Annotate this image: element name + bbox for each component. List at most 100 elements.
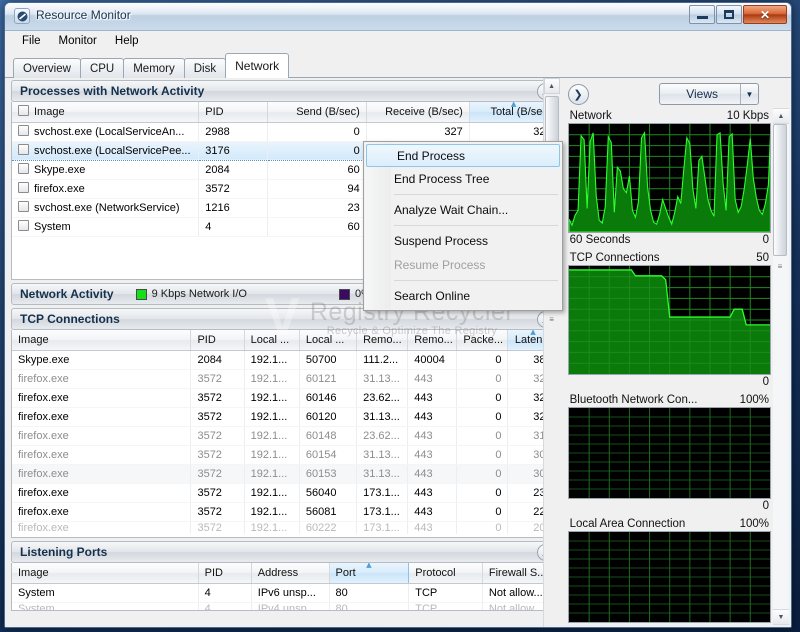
process-send: 60: [267, 160, 367, 180]
tcp-col-local-port[interactable]: Local ...: [299, 330, 358, 351]
table-row[interactable]: firefox.exe 3572 192.1... 60120 31.13...…: [12, 407, 559, 427]
listening-col-protocol[interactable]: Protocol: [408, 563, 483, 584]
table-row[interactable]: svchost.exe (LocalServiceAn... 2988 0 32…: [12, 122, 559, 142]
select-all-checkbox[interactable]: [18, 105, 29, 117]
tab-memory[interactable]: Memory: [123, 58, 185, 78]
table-row[interactable]: Skype.exe 2084 192.1... 50700 111.2... 4…: [12, 350, 559, 370]
scroll-up-arrow[interactable]: ▲: [543, 78, 560, 94]
tcp-col-remote-port[interactable]: Remo...: [407, 330, 458, 351]
listening-col-pid[interactable]: PID: [198, 563, 252, 584]
network-io-label: 9 Kbps Network I/O: [151, 288, 247, 300]
close-button[interactable]: ✕: [743, 5, 787, 24]
listening-ports-section: Listening Ports ▲ Image PID Address: [11, 541, 560, 611]
context-menu-item-analyze-wait-chain[interactable]: Analyze Wait Chain...: [364, 198, 562, 222]
table-row[interactable]: firefox.exe 3572 192.1... 60154 31.13...…: [12, 445, 559, 465]
tcp-image: firefox.exe: [12, 483, 192, 503]
tcp-remote-address: 23.62...: [356, 388, 409, 408]
listening-ports-header[interactable]: Listening Ports ▲: [11, 541, 560, 563]
processes-section-header[interactable]: Processes with Network Activity ▲: [11, 80, 560, 102]
tcp-section-header[interactable]: TCP Connections ▲: [11, 308, 560, 330]
tcp-remote-address: 31.13...: [356, 445, 409, 465]
graph-bluetooth-max: 100%: [739, 394, 769, 406]
process-image: svchost.exe (LocalServiceAn...: [12, 122, 200, 142]
context-menu-item-suspend-process[interactable]: Suspend Process: [364, 229, 562, 253]
tcp-pid: 3572: [190, 445, 245, 465]
tcp-image: firefox.exe: [12, 426, 192, 446]
processes-col-send[interactable]: Send (B/sec): [267, 102, 367, 123]
row-checkbox[interactable]: [18, 163, 29, 174]
listening-col-image[interactable]: Image: [12, 563, 199, 584]
table-row[interactable]: firefox.exe 3572 192.1... 60153 31.13...…: [12, 464, 559, 484]
chevron-down-icon[interactable]: ▼: [740, 84, 758, 104]
processes-col-receive[interactable]: Receive (B/sec): [366, 102, 470, 123]
listening-address: IPv6 unsp...: [251, 583, 330, 603]
tcp-col-pid[interactable]: PID: [190, 330, 245, 351]
processes-section-title: Processes with Network Activity: [20, 84, 205, 98]
context-menu-item-end-process[interactable]: End Process: [366, 144, 560, 167]
scroll-thumb[interactable]: [773, 124, 787, 256]
listening-ports-title: Listening Ports: [20, 545, 108, 559]
processes-col-image[interactable]: Image: [12, 102, 200, 123]
process-image: svchost.exe (NetworkService): [12, 198, 200, 218]
minimize-button[interactable]: [689, 5, 715, 24]
process-pid: 1216: [198, 198, 268, 218]
process-receive: 327: [366, 122, 470, 142]
graph-local-area-connection: Local Area Connection 100%: [567, 518, 771, 623]
table-row[interactable]: firefox.exe 3572 192.1... 60148 23.62...…: [12, 426, 559, 446]
tcp-packet-loss: 0: [456, 369, 509, 389]
right-pane-scrollbar[interactable]: ▲ ≡ ▼: [773, 108, 789, 625]
views-button[interactable]: Views ▼: [659, 83, 759, 105]
listening-col-address[interactable]: Address: [251, 563, 330, 584]
scroll-down-arrow[interactable]: ▼: [773, 609, 789, 624]
row-checkbox[interactable]: [18, 182, 29, 193]
listening-col-port[interactable]: Port: [328, 563, 410, 584]
chevron-right-circle-icon[interactable]: ❯: [567, 83, 589, 105]
processes-col-pid[interactable]: PID: [198, 102, 268, 123]
scroll-up-arrow[interactable]: ▲: [773, 109, 789, 124]
tcp-pid: 3572: [190, 502, 245, 522]
maximize-restore-button[interactable]: [716, 5, 742, 24]
context-menu-item-end-process-tree[interactable]: End Process Tree: [364, 167, 562, 191]
title-bar[interactable]: Resource Monitor ✕: [5, 3, 791, 31]
row-checkbox[interactable]: [18, 125, 29, 136]
table-row[interactable]: firefox.exe 3572 192.1... 60222 173.1...…: [12, 521, 559, 534]
tab-cpu[interactable]: CPU: [79, 58, 125, 78]
scroll-grip-icon: ≡: [549, 314, 554, 324]
process-send: 0: [267, 122, 367, 142]
graph-bluetooth-footer: 0: [568, 499, 771, 512]
row-checkbox[interactable]: [18, 144, 29, 155]
tcp-image: firefox.exe: [12, 407, 192, 427]
listening-header-row: Image PID Address Port Protocol Firewall…: [12, 563, 559, 584]
tab-disk[interactable]: Disk: [183, 58, 227, 78]
row-checkbox[interactable]: [18, 220, 29, 231]
table-row[interactable]: firefox.exe 3572 192.1... 56040 173.1...…: [12, 483, 559, 503]
scroll-grip-icon: ≡: [777, 262, 783, 271]
tcp-col-packet-loss[interactable]: Packe...: [456, 330, 509, 351]
table-row[interactable]: System 4 IPv6 unsp... 80 TCP Not allow..…: [12, 583, 559, 603]
table-row[interactable]: System 4 IPv4 unsp... 80 TCP Not allow..…: [12, 602, 559, 610]
scroll-track[interactable]: ≡: [773, 124, 789, 609]
graph-bluetooth-canvas: [567, 407, 771, 499]
tcp-pid: 3572: [190, 407, 245, 427]
row-checkbox[interactable]: [18, 201, 29, 212]
menu-help[interactable]: Help: [106, 33, 148, 49]
menu-monitor[interactable]: Monitor: [50, 33, 106, 49]
listening-protocol: TCP: [408, 583, 483, 603]
listening-protocol: TCP: [408, 602, 483, 610]
tab-overview[interactable]: Overview: [13, 58, 81, 78]
table-row[interactable]: firefox.exe 3572 192.1... 60121 31.13...…: [12, 369, 559, 389]
context-menu-item-search-online[interactable]: Search Online: [364, 284, 562, 308]
menu-file[interactable]: File: [13, 33, 50, 49]
tab-network[interactable]: Network: [225, 53, 290, 78]
tcp-remote-port: 443: [407, 502, 458, 522]
tcp-remote-port: 40004: [407, 350, 458, 370]
tcp-remote-port: 443: [407, 445, 458, 465]
tcp-col-remote-address[interactable]: Remo...: [356, 330, 409, 351]
tcp-remote-address: 31.13...: [356, 464, 409, 484]
tcp-connections-section: TCP Connections ▲ Image PID Local ...: [11, 308, 560, 538]
tcp-col-local-address[interactable]: Local ...: [244, 330, 300, 351]
tcp-local-port: 50700: [299, 350, 358, 370]
table-row[interactable]: firefox.exe 3572 192.1... 60146 23.62...…: [12, 388, 559, 408]
table-row[interactable]: firefox.exe 3572 192.1... 56081 173.1...…: [12, 502, 559, 522]
tcp-col-image[interactable]: Image: [12, 330, 192, 351]
